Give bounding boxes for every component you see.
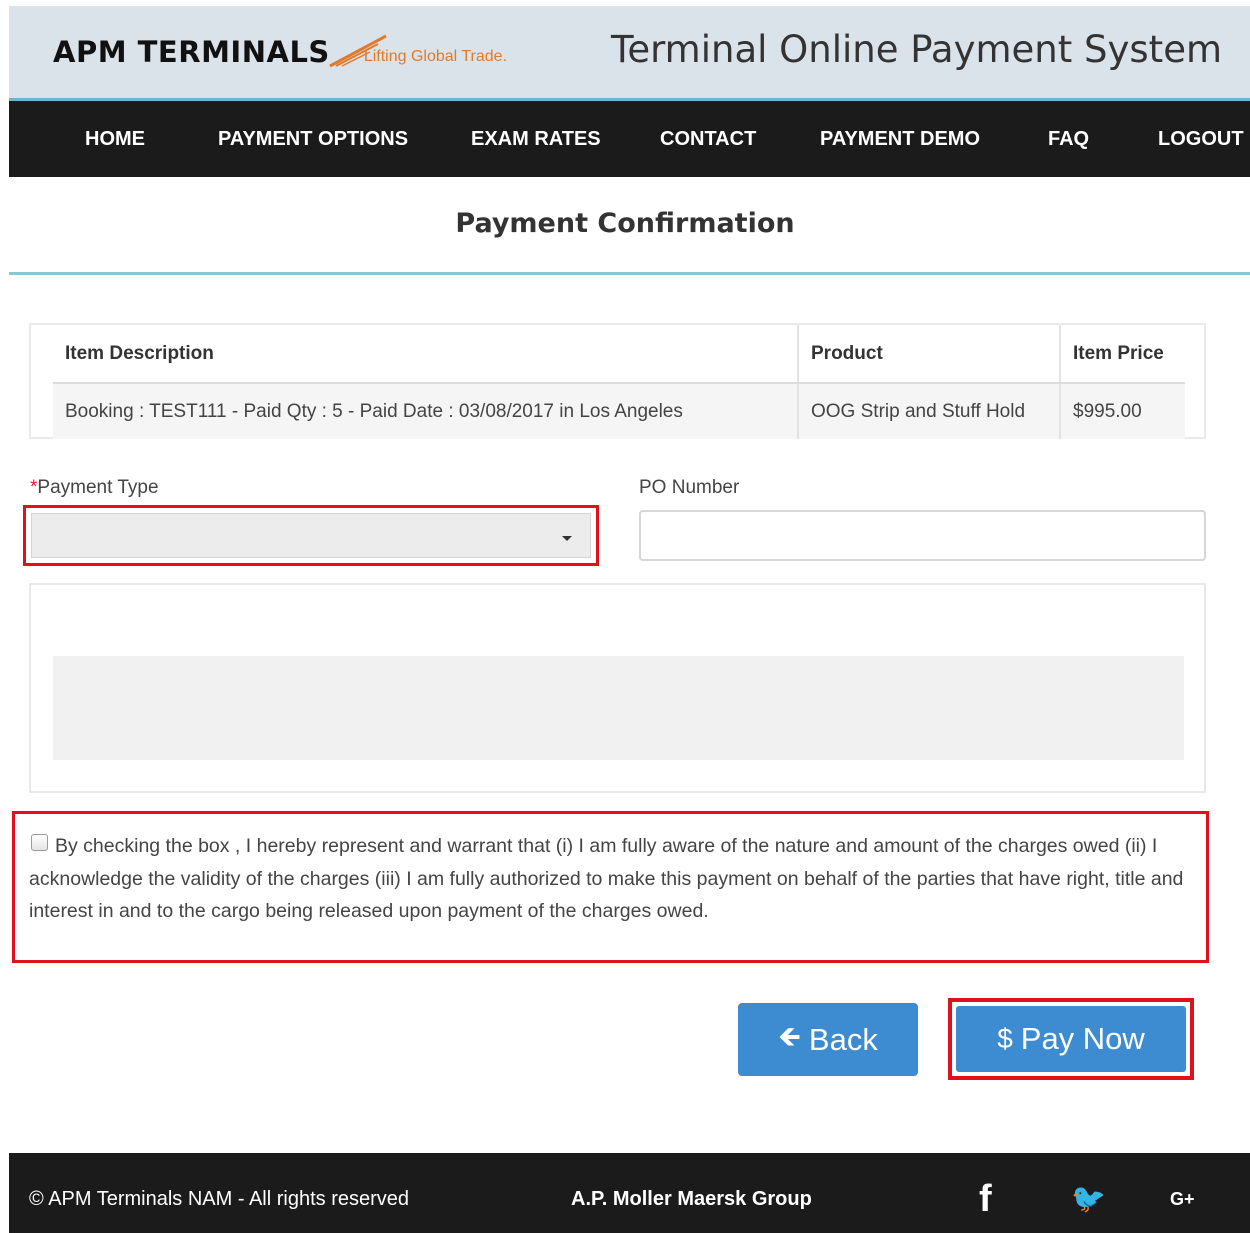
facebook-icon[interactable]: f — [979, 1153, 992, 1233]
nav-faq[interactable]: FAQ — [1048, 101, 1089, 177]
header-item-description: Item Description — [53, 325, 798, 384]
apm-terminals-logo[interactable]: APM TERMINALS Lifting Global Trade. — [53, 32, 507, 68]
back-button-label: Back — [808, 1021, 878, 1057]
nav-contact[interactable]: CONTACT — [660, 101, 756, 177]
order-summary-table: Item Description Product Item Price Book… — [29, 323, 1206, 439]
nav-payment-options[interactable]: PAYMENT OPTIONS — [218, 101, 408, 177]
nav-payment-demo[interactable]: PAYMENT DEMO — [820, 101, 980, 177]
table-row: Booking : TEST111 - Paid Qty : 5 - Paid … — [53, 383, 1185, 439]
cell-item-description: Booking : TEST111 - Paid Qty : 5 - Paid … — [53, 383, 798, 439]
caret-down-icon — [562, 536, 572, 541]
cell-item-price: $995.00 — [1059, 383, 1185, 439]
title-divider — [9, 272, 1250, 275]
footer-copyright: © APM Terminals NAM - All rights reserve… — [29, 1188, 410, 1210]
dollar-icon: $ — [997, 1023, 1013, 1054]
footer-group-name: A.P. Moller Maersk Group — [571, 1188, 812, 1210]
po-number-input[interactable] — [639, 510, 1206, 561]
table-header-row: Item Description Product Item Price — [53, 325, 1185, 384]
back-button[interactable]: 🡸 Back — [738, 1003, 918, 1076]
google-plus-icon[interactable]: G+ — [1170, 1153, 1195, 1233]
nav-home[interactable]: HOME — [85, 101, 145, 177]
logo-text: APM TERMINALS — [53, 35, 330, 69]
payment-type-label-text: Payment Type — [37, 477, 159, 498]
pay-now-button[interactable]: $ Pay Now — [956, 1006, 1186, 1072]
payment-type-select[interactable] — [31, 513, 591, 558]
payment-type-label: *Payment Type — [30, 477, 159, 499]
payment-details-panel — [29, 583, 1206, 793]
site-title: Terminal Online Payment System — [611, 28, 1222, 71]
po-number-label: PO Number — [639, 477, 740, 498]
arrow-left-icon: 🡸 — [778, 1020, 801, 1052]
main-nav: HOME PAYMENT OPTIONS EXAM RATES CONTACT … — [9, 101, 1250, 177]
pay-now-highlight: $ Pay Now — [948, 998, 1194, 1080]
agreement-highlight: By checking the box , I hereby represent… — [12, 811, 1209, 963]
site-footer: © APM Terminals NAM - All rights reserve… — [9, 1153, 1250, 1233]
logo-swoosh-icon — [328, 32, 388, 68]
nav-logout[interactable]: LOGOUT — [1158, 101, 1244, 177]
nav-exam-rates[interactable]: EXAM RATES — [471, 101, 601, 177]
payment-details-area — [53, 656, 1184, 760]
site-header: APM TERMINALS Lifting Global Trade. Term… — [9, 6, 1250, 100]
cell-product: OOG Strip and Stuff Hold — [797, 383, 1060, 439]
twitter-icon[interactable]: 🐦 — [1071, 1153, 1106, 1233]
header-item-price: Item Price — [1059, 325, 1185, 384]
page-title: Payment Confirmation — [455, 208, 795, 239]
payment-type-highlight — [23, 505, 599, 566]
header-product: Product — [797, 325, 1060, 384]
agreement-text: By checking the box , I hereby represent… — [29, 835, 1184, 922]
pay-now-button-label: Pay Now — [1020, 1021, 1145, 1056]
